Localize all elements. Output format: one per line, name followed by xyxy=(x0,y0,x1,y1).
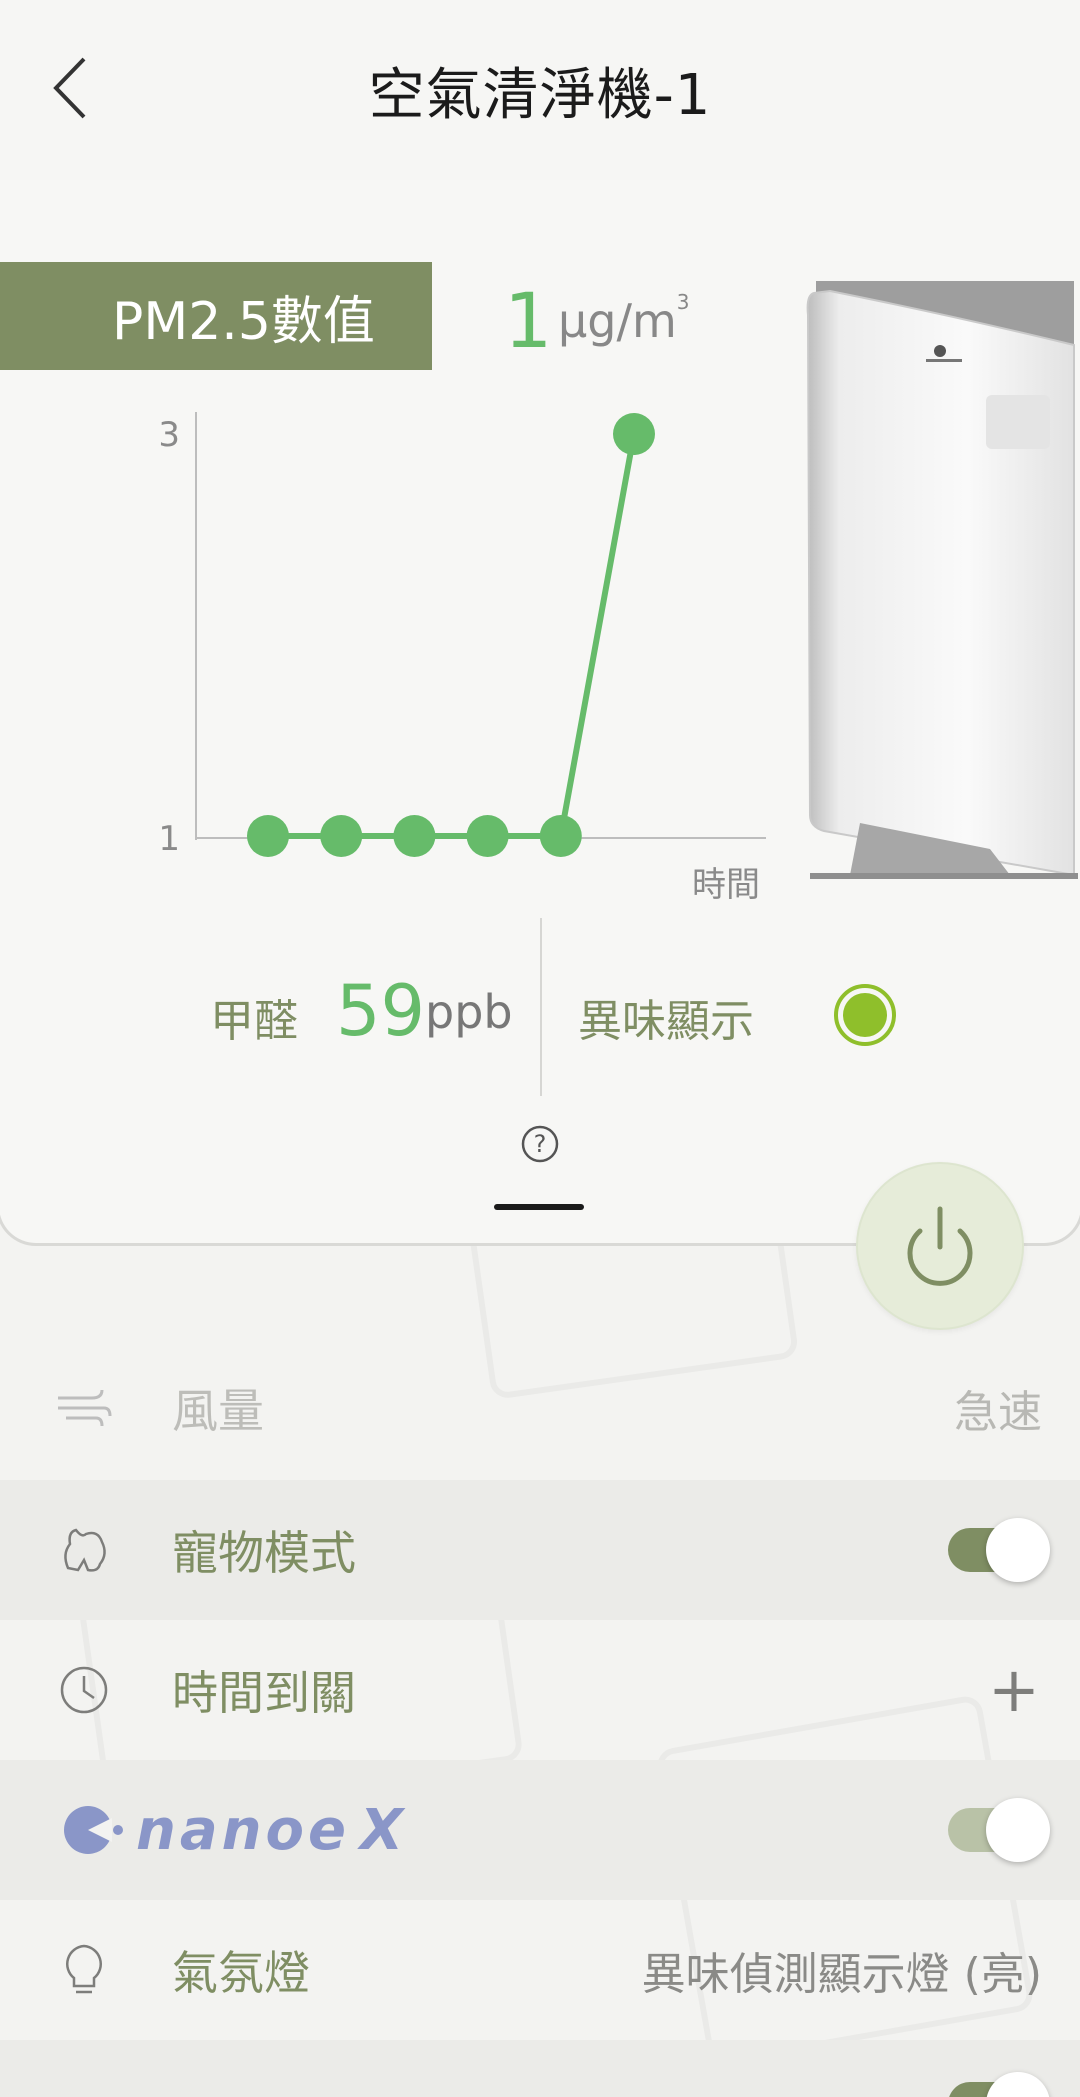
airflow-label: 風量 xyxy=(172,1384,264,1438)
data-point xyxy=(613,413,655,455)
power-icon xyxy=(907,1206,973,1286)
off-timer-label: 時間到關 xyxy=(172,1666,356,1720)
nanoe-toggle[interactable] xyxy=(948,1798,1050,1862)
air-purifier-illustration xyxy=(806,281,1078,879)
toggle-knob xyxy=(986,1518,1050,1582)
nanoe-x-mark: X xyxy=(359,1797,404,1863)
next-row-partial xyxy=(0,2040,1080,2097)
ambient-light-value: 異味偵測顯示燈 (亮) xyxy=(641,1949,1042,2000)
pm25-unit-text: µg/m xyxy=(558,294,677,348)
pm25-value: 1 xyxy=(504,276,553,365)
sensor-divider xyxy=(540,918,542,1096)
ambient-light-label: 氣氛燈 xyxy=(172,1946,310,2000)
off-timer-row: 時間到關 + xyxy=(0,1620,1080,1760)
odor-indicator-label: 異味顯示 xyxy=(578,996,754,1047)
svg-text:?: ? xyxy=(534,1130,547,1158)
pet-icon xyxy=(56,1522,112,1578)
toggle-knob xyxy=(986,1798,1050,1862)
formaldehyde-value: 59 xyxy=(336,970,426,1052)
pet-mode-row: 寵物模式 xyxy=(0,1480,1080,1620)
series-line xyxy=(268,433,637,839)
clock-icon xyxy=(56,1662,112,1718)
wind-icon xyxy=(56,1380,112,1436)
odor-indicator-fill xyxy=(843,993,887,1037)
ambient-light-row[interactable]: 氣氛燈 異味偵測顯示燈 (亮) xyxy=(0,1900,1080,2040)
data-point xyxy=(247,815,289,857)
add-timer-button[interactable]: + xyxy=(988,1659,1040,1721)
data-point xyxy=(320,815,363,857)
x-axis-label: 時間 xyxy=(692,865,760,905)
nanoe-x-logo: nanoe X xyxy=(54,1798,403,1863)
y-tick-label: 3 xyxy=(158,415,180,455)
app-screen: 空氣清淨機-1 PM2.5數值 1 µg/m3 3 1 時間 甲醛 59 ppb… xyxy=(0,0,1080,2097)
pm25-unit: µg/m3 xyxy=(558,290,690,348)
pm25-unit-superscript: 3 xyxy=(676,290,690,314)
data-point xyxy=(539,815,582,857)
pm25-line-chart: 3 1 時間 xyxy=(158,412,766,905)
y-tick-label: 1 xyxy=(158,819,180,859)
power-button[interactable] xyxy=(856,1162,1024,1330)
help-icon[interactable]: ? xyxy=(520,1124,560,1164)
airflow-value: 急速 xyxy=(954,1387,1042,1438)
card-collapse-handle[interactable] xyxy=(494,1204,584,1210)
data-point xyxy=(393,815,436,857)
toggle-knob xyxy=(986,2072,1050,2097)
pm25-label: PM2.5數值 xyxy=(0,262,432,370)
data-point xyxy=(466,815,509,857)
pet-mode-label: 寵物模式 xyxy=(172,1526,356,1580)
formaldehyde-unit: ppb xyxy=(425,985,513,1039)
nanoe-mark-icon xyxy=(64,1806,123,1854)
odor-indicator-dot xyxy=(834,984,896,1046)
nanoe-brand-text: nanoe xyxy=(136,1797,350,1863)
brand-mark xyxy=(934,345,946,357)
airflow-row[interactable]: 風量 急速 xyxy=(0,1338,1080,1478)
next-toggle[interactable] xyxy=(948,2072,1050,2097)
pet-mode-toggle[interactable] xyxy=(948,1518,1050,1582)
page-title: 空氣清淨機-1 xyxy=(368,63,712,128)
formaldehyde-label: 甲醛 xyxy=(210,996,298,1047)
app-header: 空氣清淨機-1 xyxy=(0,0,1080,180)
lightbulb-icon xyxy=(56,1942,112,1998)
